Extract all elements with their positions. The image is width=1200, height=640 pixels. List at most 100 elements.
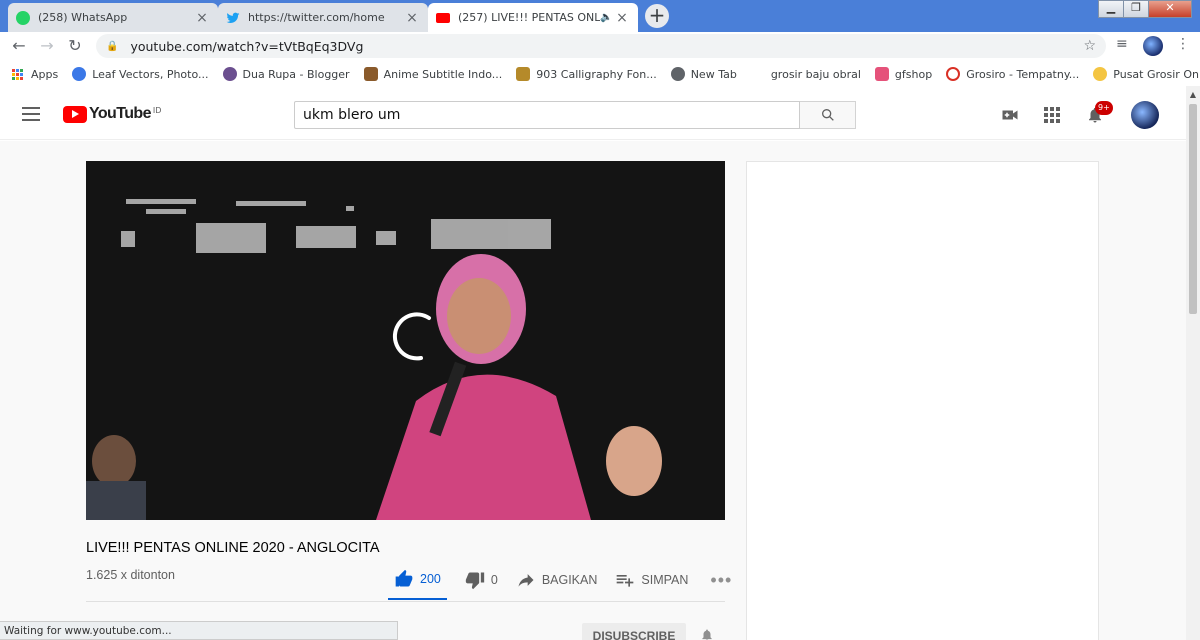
menu-icon[interactable]	[22, 107, 40, 121]
playlist-add-icon	[617, 575, 634, 587]
apps-icon[interactable]	[1044, 107, 1060, 123]
avatar[interactable]	[1131, 101, 1159, 129]
subscription-bell-icon[interactable]	[700, 628, 714, 640]
share-icon	[518, 574, 534, 587]
sidebar-panel	[746, 161, 1099, 640]
forward-arrow-icon[interactable]: →	[37, 36, 57, 56]
logo-text: YouTube	[89, 105, 151, 122]
browser-toolbar: ← → ↻ 🔒 youtube.com/watch?v=tVtBqEq3DVg …	[0, 32, 1200, 60]
video-player[interactable]	[86, 161, 725, 520]
video-frame	[86, 161, 725, 520]
address-bar[interactable]: 🔒 youtube.com/watch?v=tVtBqEq3DVg ☆	[96, 34, 1106, 58]
view-count: 1.625 x ditonton	[86, 568, 175, 582]
subscribe-button[interactable]: DISUBSCRIBE	[582, 623, 686, 640]
bookmark-item[interactable]: gfshop	[874, 67, 933, 81]
speaker-icon[interactable]: 🔈	[600, 12, 614, 23]
calligraphy-icon	[516, 67, 531, 81]
back-arrow-icon[interactable]: ←	[9, 36, 29, 56]
window-close-button[interactable]: ✕	[1148, 0, 1192, 18]
bookmark-label: 903 Calligraphy Fon...	[536, 67, 657, 81]
video-title: LIVE!!! PENTAS ONLINE 2020 - ANGLOCITA	[86, 540, 380, 556]
media-controls-icon[interactable]: ≡	[1116, 36, 1128, 52]
bookmark-label: grosir baju obral	[770, 67, 861, 81]
status-bar: Waiting for www.youtube.com...	[0, 621, 398, 640]
search-input[interactable]: ukm blero um	[294, 101, 800, 129]
create-video-icon[interactable]	[1001, 106, 1019, 124]
bookmark-item[interactable]: Leaf Vectors, Photo...	[72, 67, 209, 81]
search-value: ukm blero um	[303, 107, 401, 123]
more-options-icon[interactable]: •••	[710, 570, 732, 591]
grosiro-icon	[946, 67, 961, 81]
bookmark-item[interactable]: grosir baju obral	[771, 68, 861, 81]
bookmark-label: Pusat Grosir Online...	[1113, 67, 1200, 81]
bookmark-label: Apps	[31, 67, 59, 81]
close-icon[interactable]: ×	[404, 10, 420, 26]
scrollbar[interactable]: ▲	[1186, 86, 1200, 640]
tab-whatsapp[interactable]: (258) WhatsApp ×	[8, 3, 218, 32]
blogger-avatar-icon	[222, 67, 237, 81]
browser-profile-avatar[interactable]	[1143, 36, 1163, 56]
bookmark-item[interactable]: Grosiro - Tempatny...	[946, 67, 1079, 81]
bookmark-apps[interactable]: Apps	[12, 68, 58, 81]
bookmark-label: Dua Rupa - Blogger	[242, 67, 350, 81]
menu-dots-icon[interactable]: ⋮	[1176, 36, 1190, 52]
thumbs-up-icon	[395, 569, 413, 587]
bookmark-label: Anime Subtitle Indo...	[383, 67, 503, 81]
youtube-play-icon	[63, 105, 87, 123]
like-count: 200	[420, 572, 441, 586]
shop-icon	[874, 67, 889, 81]
bookmark-star-icon[interactable]: ☆	[1083, 38, 1096, 54]
restore-button[interactable]: ❐	[1123, 0, 1149, 18]
scroll-thumb[interactable]	[1189, 104, 1197, 314]
bookmark-item[interactable]: 903 Calligraphy Fon...	[516, 67, 657, 81]
window-controls: ▁ ❐ ✕	[1098, 0, 1192, 18]
globe-icon	[670, 67, 685, 81]
bookmark-item[interactable]: Pusat Grosir Online...	[1093, 67, 1200, 81]
tab-title: (258) WhatsApp	[38, 11, 128, 24]
save-button[interactable]: SIMPAN	[615, 570, 688, 590]
youtube-favicon-icon	[436, 12, 450, 23]
youtube-header: YouTube ID ukm blero um	[0, 90, 1186, 140]
scroll-up-icon[interactable]: ▲	[1186, 90, 1200, 99]
dislike-count: 0	[490, 573, 498, 587]
apps-grid-icon	[12, 68, 23, 80]
bookmark-item[interactable]: Anime Subtitle Indo...	[363, 67, 503, 81]
minimize-button[interactable]: ▁	[1098, 0, 1124, 18]
bookmark-item[interactable]: New Tab	[670, 67, 737, 81]
url-text: youtube.com/watch?v=tVtBqEq3DVg	[130, 38, 364, 54]
bookmark-label: Leaf Vectors, Photo...	[92, 67, 209, 81]
search-button[interactable]	[800, 101, 856, 129]
search-icon	[821, 109, 834, 121]
lock-icon: 🔒	[106, 40, 119, 52]
close-icon[interactable]: ×	[614, 10, 630, 26]
tab-twitter[interactable]: https://twitter.com/home ×	[218, 3, 428, 32]
leaf-icon	[72, 67, 87, 81]
whatsapp-icon	[16, 10, 30, 25]
tab-title: https://twitter.com/home	[248, 11, 385, 24]
share-button[interactable]: BAGIKAN	[516, 570, 598, 590]
new-tab-button[interactable]: +	[645, 4, 669, 28]
anime-icon	[363, 67, 378, 81]
bookmark-label: New Tab	[690, 67, 737, 81]
like-button[interactable]: 200	[388, 560, 447, 600]
share-label: BAGIKAN	[541, 573, 598, 587]
grosir-online-icon	[1093, 67, 1108, 81]
twitter-icon	[226, 11, 240, 25]
notification-badge: 9+	[1095, 101, 1113, 115]
tab-title: (257) LIVE!!! PENTAS ONLINE	[458, 11, 600, 24]
video-actions: 200 0 BAGIKAN SIMPAN •••	[388, 560, 732, 600]
close-icon[interactable]: ×	[194, 10, 210, 26]
region-code: ID	[152, 105, 162, 115]
bookmark-item[interactable]: Dua Rupa - Blogger	[222, 67, 350, 81]
save-label: SIMPAN	[641, 573, 689, 587]
tab-youtube[interactable]: (257) LIVE!!! PENTAS ONLINE 🔈 ×	[428, 3, 638, 32]
bookmark-label: gfshop	[894, 67, 933, 81]
youtube-logo[interactable]: YouTube ID	[63, 105, 161, 123]
bookmarks-bar: Apps Leaf Vectors, Photo... Dua Rupa - B…	[0, 62, 1200, 86]
thumbs-down-icon	[465, 572, 485, 590]
dislike-button[interactable]: 0	[465, 570, 498, 590]
tab-strip: (258) WhatsApp × https://twitter.com/hom…	[0, 0, 1200, 32]
reload-icon[interactable]: ↻	[65, 36, 85, 56]
divider	[86, 601, 725, 602]
bookmark-label: Grosiro - Tempatny...	[966, 67, 1080, 81]
